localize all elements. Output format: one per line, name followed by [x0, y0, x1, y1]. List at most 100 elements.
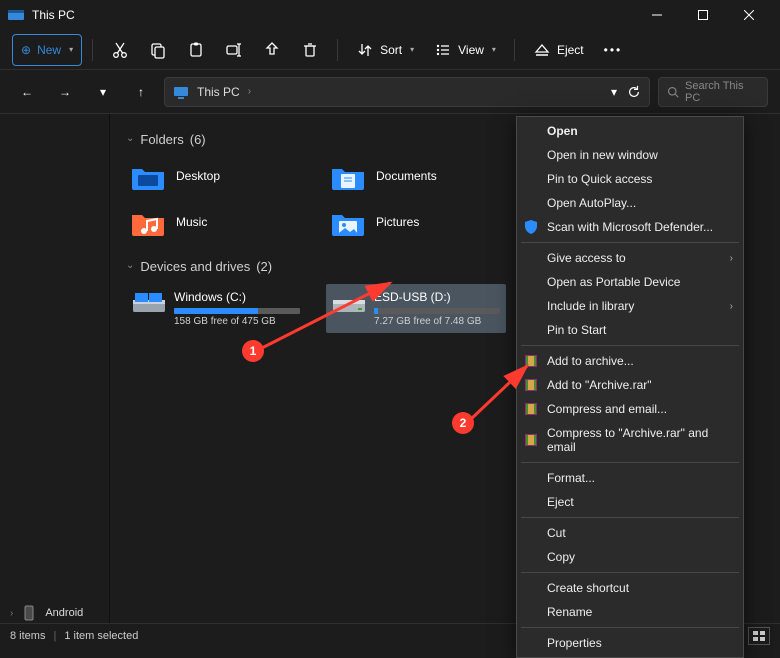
pictures-folder-icon — [330, 207, 366, 237]
maximize-button[interactable] — [680, 0, 726, 30]
ctx-cut[interactable]: Cut — [517, 521, 743, 545]
cut-button[interactable] — [103, 34, 137, 66]
minimize-button[interactable] — [634, 0, 680, 30]
ctx-open-new-window[interactable]: Open in new window — [517, 143, 743, 167]
group-count: (6) — [190, 132, 206, 147]
pc-icon — [173, 84, 189, 100]
more-icon: ••• — [604, 43, 623, 57]
more-button[interactable]: ••• — [596, 34, 631, 66]
nav-recent-button[interactable]: ▾ — [88, 77, 118, 107]
toolbar: ⊕ New ▾ Sort ▾ View ▾ Eject ••• — [0, 30, 780, 70]
paste-button[interactable] — [179, 34, 213, 66]
separator — [514, 39, 515, 61]
ctx-open[interactable]: Open — [517, 119, 743, 143]
titlebar: This PC — [0, 0, 780, 30]
ctx-copy[interactable]: Copy — [517, 545, 743, 569]
chevron-right-icon: › — [10, 608, 13, 619]
paste-icon — [187, 41, 205, 59]
refresh-button[interactable] — [627, 85, 641, 99]
eject-icon — [533, 41, 551, 59]
tree-item-label: Android — [45, 607, 83, 619]
ctx-open-portable[interactable]: Open as Portable Device — [517, 270, 743, 294]
rename-button[interactable] — [217, 34, 251, 66]
copy-button[interactable] — [141, 34, 175, 66]
separator — [521, 627, 739, 628]
nav-up-button[interactable]: ↑ — [126, 77, 156, 107]
nav-forward-button[interactable]: → — [50, 77, 80, 107]
chevron-down-icon: ⌄ — [126, 260, 134, 271]
sort-button[interactable]: Sort ▾ — [348, 34, 422, 66]
separator: | — [53, 630, 56, 642]
folder-label: Pictures — [376, 215, 419, 229]
ctx-give-access[interactable]: Give access to› — [517, 246, 743, 270]
chevron-right-icon[interactable]: › — [248, 86, 251, 97]
breadcrumb[interactable]: This PC — [197, 85, 240, 99]
separator — [337, 39, 338, 61]
sort-icon — [356, 41, 374, 59]
view-button[interactable]: View ▾ — [426, 34, 504, 66]
separator — [521, 517, 739, 518]
eject-button[interactable]: Eject — [525, 34, 592, 66]
annotation-arrow-1 — [240, 275, 440, 365]
group-label: Devices and drives — [140, 259, 250, 274]
window-title: This PC — [32, 8, 75, 22]
status-items: 8 items — [10, 630, 45, 642]
chevron-right-icon: › — [730, 301, 733, 312]
desktop-folder-icon — [130, 161, 166, 191]
ctx-pin-quick-access[interactable]: Pin to Quick access — [517, 167, 743, 191]
ctx-pin-start[interactable]: Pin to Start — [517, 318, 743, 342]
chevron-down-icon: ▾ — [492, 45, 496, 54]
status-selected: 1 item selected — [64, 630, 138, 642]
ctx-eject[interactable]: Eject — [517, 490, 743, 514]
ctx-include-library[interactable]: Include in library› — [517, 294, 743, 318]
sort-label: Sort — [380, 43, 402, 57]
search-icon — [667, 86, 679, 98]
ctx-format[interactable]: Format... — [517, 466, 743, 490]
documents-folder-icon — [330, 161, 366, 191]
folder-desktop[interactable]: Desktop — [126, 157, 306, 195]
share-button[interactable] — [255, 34, 289, 66]
folder-label: Desktop — [176, 169, 220, 183]
plus-icon: ⊕ — [21, 43, 31, 57]
app-icon — [8, 7, 24, 23]
ctx-open-autoplay[interactable]: Open AutoPlay... — [517, 191, 743, 215]
folder-music[interactable]: Music — [126, 203, 306, 241]
chevron-right-icon: › — [730, 253, 733, 264]
view-thumbs-button[interactable] — [748, 627, 770, 645]
chevron-down-icon: ▾ — [69, 45, 73, 54]
search-input[interactable]: Search This PC — [658, 77, 768, 107]
close-button[interactable] — [726, 0, 772, 30]
tree-item-android[interactable]: › Android — [10, 605, 83, 621]
annotation-arrow-2 — [462, 360, 552, 430]
address-bar[interactable]: This PC › ▾ — [164, 77, 650, 107]
folder-label: Music — [176, 215, 207, 229]
delete-button[interactable] — [293, 34, 327, 66]
archive-icon — [523, 432, 539, 448]
separator — [521, 345, 739, 346]
ctx-rename[interactable]: Rename — [517, 600, 743, 624]
nav-tree[interactable]: › Android — [0, 114, 110, 623]
view-icon — [434, 41, 452, 59]
chevron-down-icon[interactable]: ▾ — [611, 85, 617, 99]
trash-icon — [301, 41, 319, 59]
new-button[interactable]: ⊕ New ▾ — [12, 34, 82, 66]
separator — [521, 242, 739, 243]
ctx-scan-defender[interactable]: Scan with Microsoft Defender... — [517, 215, 743, 239]
separator — [521, 462, 739, 463]
share-icon — [263, 41, 281, 59]
folder-documents[interactable]: Documents — [326, 157, 506, 195]
separator — [92, 39, 93, 61]
new-label: New — [37, 43, 61, 57]
copy-icon — [149, 41, 167, 59]
cut-icon — [111, 41, 129, 59]
drive-icon — [132, 290, 166, 316]
rename-icon — [225, 41, 243, 59]
eject-label: Eject — [557, 43, 584, 57]
group-count: (2) — [256, 259, 272, 274]
ctx-create-shortcut[interactable]: Create shortcut — [517, 576, 743, 600]
ctx-properties[interactable]: Properties — [517, 631, 743, 655]
folder-pictures[interactable]: Pictures — [326, 203, 506, 241]
chevron-down-icon: ⌄ — [126, 133, 134, 144]
view-label: View — [458, 43, 484, 57]
nav-back-button[interactable]: ← — [12, 77, 42, 107]
